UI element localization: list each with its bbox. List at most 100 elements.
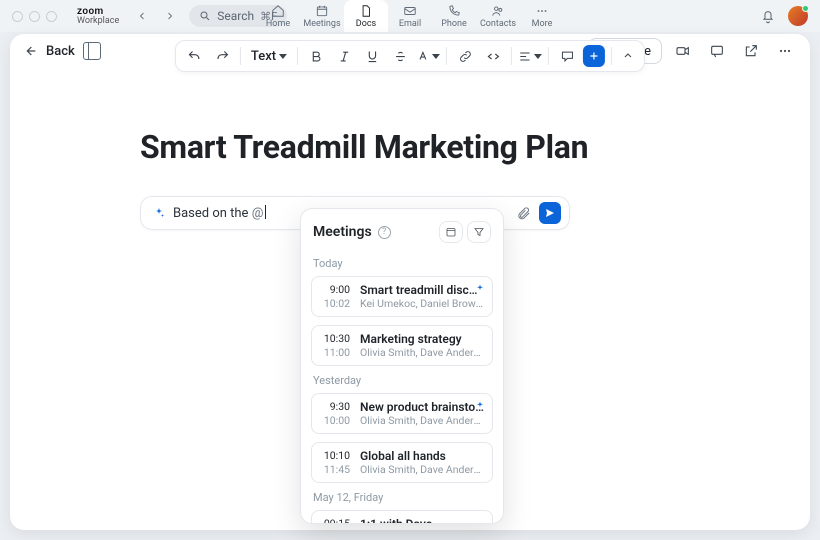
meeting-start: 9:00: [330, 283, 350, 296]
meeting-time: 9:00 10:02: [320, 283, 350, 310]
ai-prompt-text: Based on the @: [173, 205, 266, 221]
meeting-time: 9:30 10:00: [320, 400, 350, 427]
meeting-title: Marketing strategy: [360, 332, 484, 346]
meeting-item[interactable]: 10:30 11:00 Marketing strategy Olivia Sm…: [311, 325, 493, 366]
meeting-group-label: May 12, Friday: [313, 491, 491, 504]
nav-email-label: Email: [399, 19, 421, 29]
text-style-label: Text: [251, 49, 276, 64]
text-style-menu[interactable]: Text: [247, 49, 291, 64]
back-arrow-icon[interactable]: [22, 43, 38, 59]
formatting-toolbar: Text: [175, 40, 645, 72]
info-icon[interactable]: ?: [378, 226, 391, 239]
nav-email[interactable]: Email: [388, 0, 432, 32]
meeting-title: Smart treadmill discussion: [360, 283, 484, 297]
traffic-lights: [12, 11, 67, 22]
insert-button[interactable]: [583, 45, 605, 67]
meeting-start: 10:10: [324, 449, 350, 462]
meeting-title: 1:1 with Dave: [360, 517, 484, 524]
meeting-time: 09:15 09:25: [320, 517, 350, 524]
chevron-down-icon: [279, 54, 287, 59]
back-button[interactable]: Back: [46, 44, 75, 59]
nav-more-label: More: [532, 19, 553, 29]
meeting-time: 10:30 11:00: [320, 332, 350, 359]
comment-button[interactable]: [555, 44, 579, 68]
nav-docs-label: Docs: [356, 19, 376, 29]
history-fwd[interactable]: [161, 7, 179, 25]
nav-tabs: Home Meetings Docs Email Phone Contacts …: [256, 0, 564, 32]
text-color-button[interactable]: [416, 44, 440, 68]
link-button[interactable]: [453, 44, 477, 68]
nav-contacts[interactable]: Contacts: [476, 0, 520, 32]
nav-home-label: Home: [266, 19, 290, 29]
ai-prompt-prefix: Based on the: [173, 206, 252, 221]
doc-header: Back Text: [10, 34, 810, 68]
underline-button[interactable]: [360, 44, 384, 68]
meeting-group-label: Yesterday: [313, 374, 491, 387]
undo-button[interactable]: [182, 44, 206, 68]
text-cursor: [265, 205, 266, 219]
presence-indicator: [802, 5, 809, 12]
brand-bot: Workplace: [77, 17, 119, 26]
brand-logo: zoom Workplace: [77, 7, 119, 26]
collapse-toolbar-button[interactable]: [618, 46, 638, 66]
nav-phone-label: Phone: [441, 19, 467, 29]
open-external-button[interactable]: [738, 38, 764, 64]
nav-more[interactable]: More: [520, 0, 564, 32]
sidebar-toggle-icon[interactable]: [83, 42, 101, 60]
meeting-start: 10:30: [324, 332, 350, 345]
doc-title[interactable]: Smart Treadmill Marketing Plan: [140, 128, 690, 166]
nav-meetings[interactable]: Meetings: [300, 0, 344, 32]
nav-home[interactable]: Home: [256, 0, 300, 32]
nav-phone[interactable]: Phone: [432, 0, 476, 32]
video-call-button[interactable]: [670, 38, 696, 64]
comments-panel-button[interactable]: [704, 38, 730, 64]
calendar-button[interactable]: [439, 221, 463, 243]
attach-button[interactable]: [513, 203, 533, 223]
traffic-close[interactable]: [12, 11, 23, 22]
bold-button[interactable]: [304, 44, 328, 68]
nav-meetings-label: Meetings: [303, 19, 340, 29]
chevron-down-icon: [432, 54, 440, 59]
code-button[interactable]: [481, 44, 505, 68]
popover-header: Meetings ?: [311, 219, 493, 251]
meeting-time: 10:10 11:45: [320, 449, 350, 476]
align-button[interactable]: [518, 44, 542, 68]
popover-title: Meetings: [313, 224, 372, 240]
meeting-end: 11:45: [324, 463, 350, 476]
send-button[interactable]: [539, 202, 561, 224]
traffic-min[interactable]: [29, 11, 40, 22]
search-placeholder: Search: [217, 9, 254, 23]
chevron-down-icon: [534, 54, 542, 59]
meeting-attendees: Olivia Smith, Dave Anderson, Tom Nguyen: [360, 346, 484, 359]
meeting-attendees: Olivia Smith, Dave Anderson, Tom Nguyen: [360, 414, 484, 427]
meeting-start: 9:30: [330, 400, 350, 413]
meeting-title: Global all hands: [360, 449, 484, 463]
history-back[interactable]: [133, 7, 151, 25]
meeting-item[interactable]: 10:10 11:45 Global all hands Olivia Smit…: [311, 442, 493, 483]
meeting-end: 11:00: [324, 346, 350, 359]
meeting-item[interactable]: 9:30 10:00 New product brainstorm Olivia…: [311, 393, 493, 434]
sparkle-icon: [153, 207, 165, 219]
meetings-popover: Meetings ? Today 9:00 10:02 Smart treadm…: [300, 208, 504, 524]
meeting-group-label: Today: [313, 257, 491, 270]
redo-button[interactable]: [210, 44, 234, 68]
meeting-attendees: Kei Umekoc, Daniel Brown, Tom Nguyen: [360, 297, 484, 310]
meeting-start: 09:15: [324, 517, 350, 524]
traffic-max[interactable]: [46, 11, 57, 22]
more-menu-button[interactable]: [772, 38, 798, 64]
notifications-icon[interactable]: [760, 8, 776, 24]
filter-button[interactable]: [467, 221, 491, 243]
meeting-end: 10:02: [324, 297, 350, 310]
italic-button[interactable]: [332, 44, 356, 68]
strike-button[interactable]: [388, 44, 412, 68]
user-avatar[interactable]: [788, 6, 808, 26]
meeting-attendees: Olivia Smith, Dave Anderson, Tom Nguyen: [360, 463, 484, 476]
meeting-item[interactable]: 09:15 09:25 1:1 with Dave Olivia Smith, …: [311, 510, 493, 524]
sparkle-icon: [474, 283, 486, 295]
meeting-end: 10:00: [324, 414, 350, 427]
sparkle-icon: [474, 400, 486, 412]
search-icon: [199, 10, 211, 22]
meeting-title: New product brainstorm: [360, 400, 484, 414]
nav-docs[interactable]: Docs: [344, 0, 388, 32]
meeting-item[interactable]: 9:00 10:02 Smart treadmill discussion Ke…: [311, 276, 493, 317]
